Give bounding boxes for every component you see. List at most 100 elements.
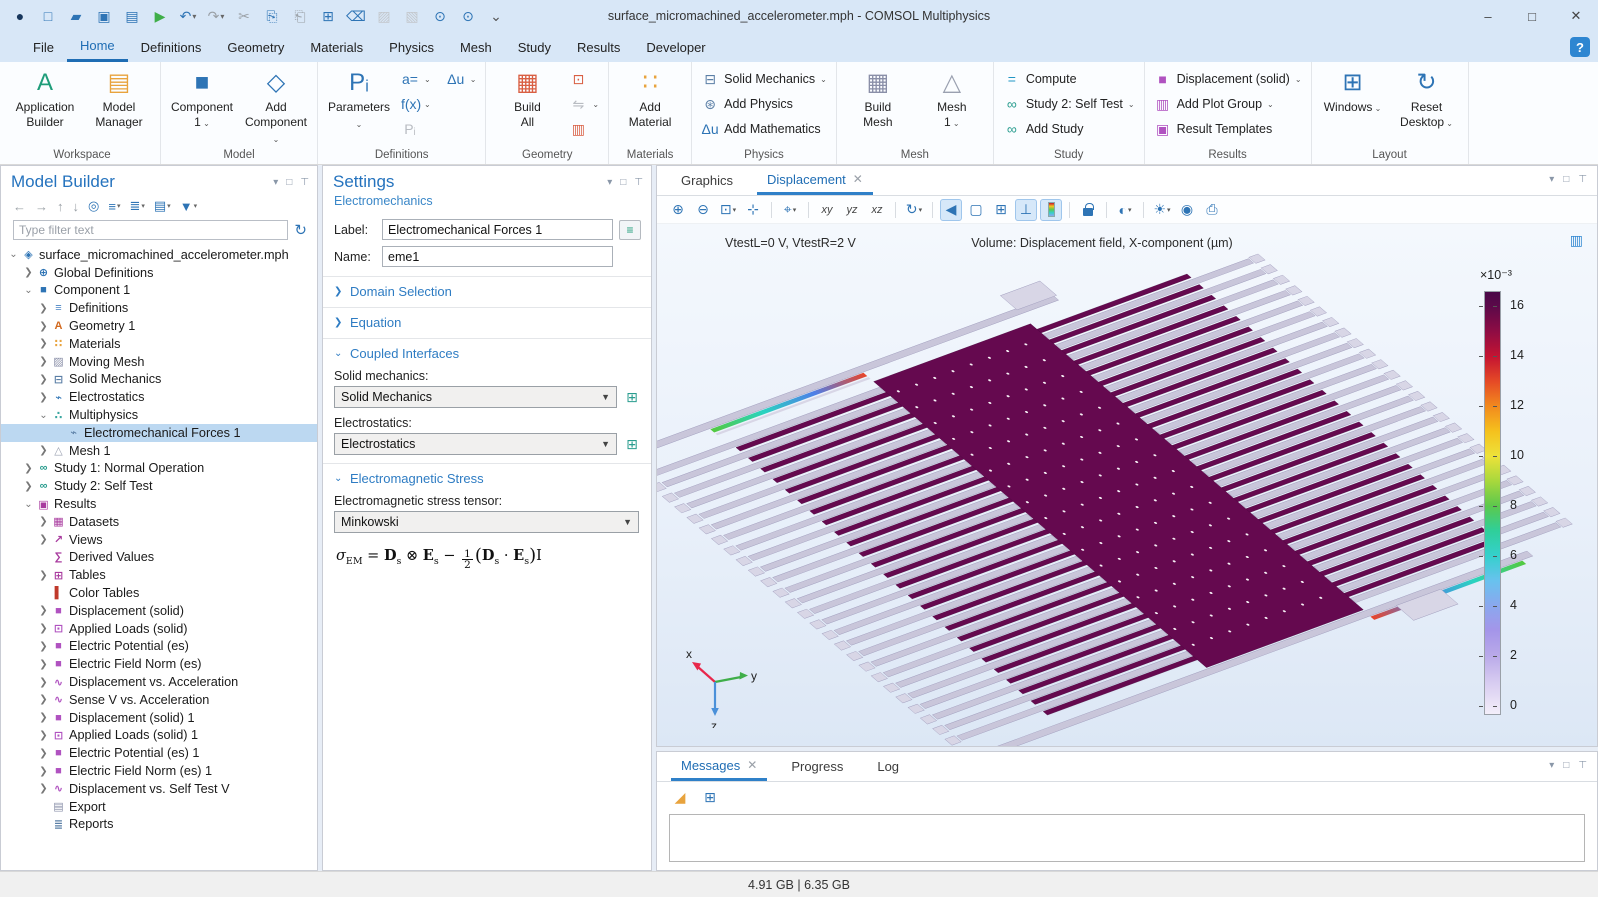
help-icon[interactable]: ? [1570,37,1590,57]
close-tab-icon[interactable]: ✕ [853,172,863,186]
lock-view-icon[interactable] [1077,199,1099,221]
open-in-window-icon[interactable]: ⊞ [699,786,721,808]
livelink-button[interactable]: ⇋⌄ [566,93,602,115]
tree-item[interactable]: ❯■Electric Potential (es) 1 [1,744,317,762]
collapse-panel-icon[interactable]: ▾ [1549,174,1554,185]
windows-button[interactable]: ⊞Windows ⌄ [1318,64,1388,142]
paste-icon[interactable]: ⎗ [288,4,312,28]
nonlocal-couplings-button[interactable]: Δu⌄ [444,68,480,90]
tree-item[interactable]: ❯⊕Global Definitions [1,264,317,282]
section-equation[interactable]: ❯ Equation [323,307,651,332]
minimize-button[interactable]: – [1466,0,1510,32]
graphics-tab-graphics[interactable]: Graphics [671,166,743,195]
add-solid-interface-icon[interactable]: ⊞ [623,389,641,406]
pin-panel-icon[interactable]: ⊤ [300,177,309,188]
tree-item[interactable]: ⌄▣Results [1,495,317,513]
find-icon[interactable]: ⊙ [428,4,452,28]
comsol-app-icon[interactable]: ● [8,4,32,28]
accelerometer-3d-model[interactable] [657,224,1593,746]
zoom-in-icon[interactable]: ⊕ [667,199,689,221]
tree-item[interactable]: ❯⌁Electrostatics [1,388,317,406]
tree-item[interactable]: ❯∿Sense V vs. Acceleration [1,691,317,709]
reset-desktop-button[interactable]: ↻ResetDesktop ⌄ [1392,64,1462,142]
add-es-interface-icon[interactable]: ⊞ [623,436,641,453]
tree-item[interactable]: ❯⊡Applied Loads (solid) [1,620,317,638]
filter-icon[interactable]: ▼▾ [180,199,197,214]
label-field[interactable] [382,219,613,240]
tree-item[interactable]: ❯∷Materials [1,335,317,353]
tree-item[interactable]: ❯∿Displacement vs. Acceleration [1,673,317,691]
menu-developer[interactable]: Developer [633,32,718,62]
open-file-icon[interactable]: ▰ [64,4,88,28]
clear-messages-icon[interactable]: ◢ [669,786,691,808]
section-electromagnetic-stress[interactable]: ⌄ Electromagnetic Stress [323,463,651,488]
add-material-button[interactable]: ∷AddMaterial [615,64,685,142]
more-commands-icon[interactable]: ⌄ [484,4,508,28]
import-geometry-button[interactable]: ⊡ [566,68,590,90]
tree-item[interactable]: ⌄◈surface_micromachined_accelerometer.mp… [1,246,317,264]
result-templates-button[interactable]: ▣Result Templates [1151,118,1276,140]
save-preview-icon[interactable]: ▤ [120,4,144,28]
compute-button[interactable]: =Compute [1000,68,1080,90]
model-manager-button[interactable]: ▤ModelManager [84,64,154,142]
view-xz-icon[interactable]: xz [866,199,888,221]
messages-tab-progress[interactable]: Progress [781,752,853,781]
tree-item[interactable]: ❯⊟Solid Mechanics [1,371,317,389]
save-icon[interactable]: ▣ [92,4,116,28]
move-down-icon[interactable]: ↓ [73,199,80,214]
tree-item[interactable]: ∑Derived Values [1,549,317,567]
cut-icon[interactable]: ✂ [232,4,256,28]
messages-tab-messages[interactable]: Messages✕ [671,752,767,781]
tree-item[interactable]: ❯■Electric Field Norm (es) 1 [1,762,317,780]
tree-item[interactable]: ❯■Electric Potential (es) [1,638,317,656]
tree-filter-input[interactable] [13,220,288,240]
messages-tab-log[interactable]: Log [867,752,909,781]
axis-orientation-toggle-icon[interactable]: ⊥ [1015,199,1037,221]
tree-item[interactable]: ❯∿Displacement vs. Self Test V [1,780,317,798]
pin-panel-icon[interactable]: ⊤ [1578,174,1587,185]
collapse-panel-icon[interactable]: ▾ [607,177,612,188]
back-icon[interactable]: ← [13,199,26,214]
tree-item[interactable]: ❯■Electric Field Norm (es) [1,655,317,673]
tree-item[interactable]: ❯∞Study 1: Normal Operation [1,460,317,478]
parameter-case-button[interactable]: Pᵢ [398,118,422,140]
model-tree-node-text-icon[interactable]: ▤▾ [154,198,171,214]
add-physics-button[interactable]: ⊛Add Physics [698,93,796,115]
go-to-default-view-icon[interactable]: ⌖▾ [779,199,801,221]
tree-item[interactable]: ❯▦Datasets [1,513,317,531]
grid-toggle-icon[interactable]: ⊞ [990,199,1012,221]
maximize-button[interactable]: □ [1510,0,1554,32]
float-panel-icon[interactable]: □ [1563,174,1569,185]
environment-reflections-icon[interactable]: ◐▾ [1114,199,1136,221]
graphics-tab-displacement[interactable]: Displacement✕ [757,166,873,195]
float-panel-icon[interactable]: □ [286,177,292,188]
parameters-button[interactable]: PᵢParameters ⌄ [324,64,394,142]
duplicate-icon[interactable]: ⊞ [316,4,340,28]
variables-button[interactable]: a=⌄ [398,68,434,90]
tree-item[interactable]: ❯∞Study 2: Self Test [1,477,317,495]
image-snapshot-icon[interactable]: ◉ [1176,199,1198,221]
tree-item[interactable]: ❯≡Definitions [1,299,317,317]
forward-icon[interactable]: → [35,199,48,214]
float-panel-icon[interactable]: □ [620,177,626,188]
menu-physics[interactable]: Physics [376,32,447,62]
undo-icon[interactable]: ↶▾ [176,4,200,28]
tree-item[interactable]: ❯■Displacement (solid) [1,602,317,620]
show-icon[interactable]: ◎ [88,198,99,214]
float-panel-icon[interactable]: □ [1563,760,1569,771]
collapse-panel-icon[interactable]: ▾ [273,177,278,188]
add-study-button[interactable]: ∞Add Study [1000,118,1087,140]
disabled-tool-1-icon[interactable]: ▨ [372,4,396,28]
menu-file[interactable]: File [20,32,67,62]
study-select-button[interactable]: ∞Study 2: Self Test⌄ [1000,93,1138,115]
tree-item[interactable]: ≣Reports [1,816,317,834]
rotate-view-icon[interactable]: ↻▾ [903,199,925,221]
plot-image-icon[interactable]: ▥ [1570,232,1583,249]
run-icon[interactable]: ▶ [148,4,172,28]
tree-item[interactable]: ▤Export [1,798,317,816]
tree-item[interactable]: ⌄■Component 1 [1,282,317,300]
scene-light-icon[interactable]: ☀▾ [1151,199,1173,221]
redo-icon[interactable]: ↷▾ [204,4,228,28]
functions-button[interactable]: f(x)⌄ [398,93,434,115]
menu-definitions[interactable]: Definitions [128,32,215,62]
